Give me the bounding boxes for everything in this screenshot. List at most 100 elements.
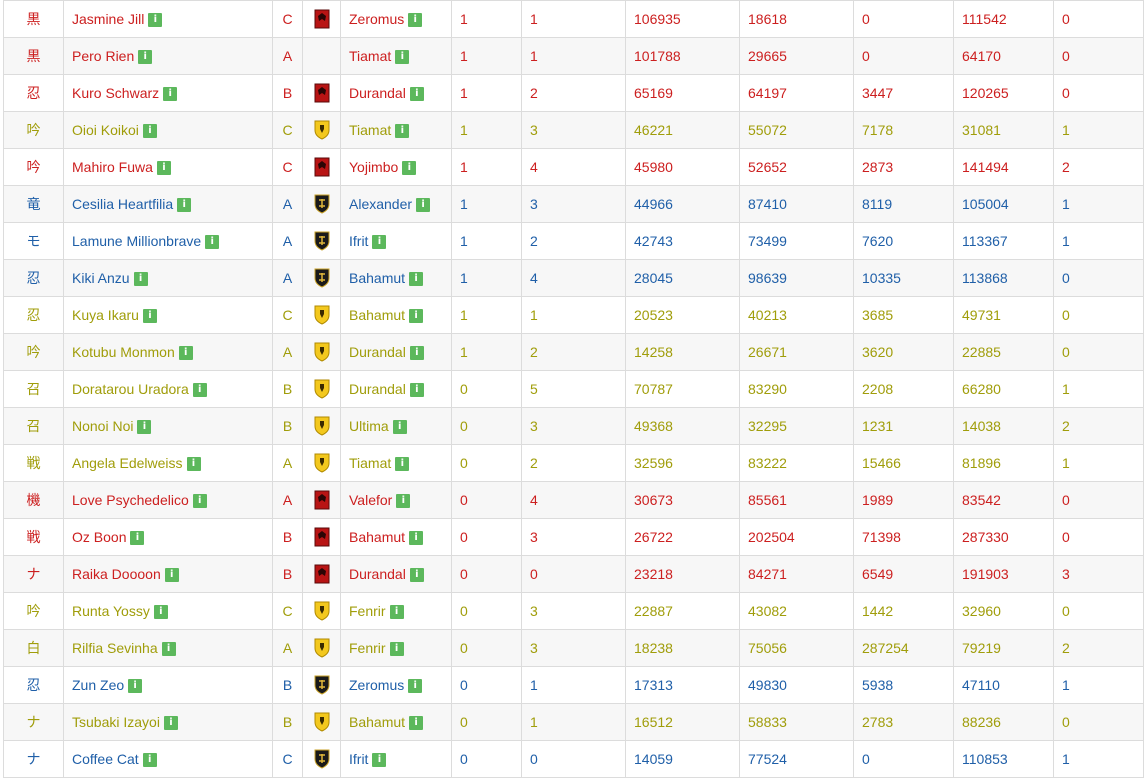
- server-name-link[interactable]: Zeromus: [349, 677, 404, 693]
- info-icon[interactable]: i: [389, 642, 404, 657]
- server-name-link[interactable]: Ultima: [349, 418, 389, 434]
- info-icon[interactable]: i: [409, 272, 424, 287]
- server-name-link[interactable]: Bahamut: [349, 307, 405, 323]
- info-icon[interactable]: i: [128, 679, 143, 694]
- server-name-link[interactable]: Bahamut: [349, 270, 405, 286]
- character-name-link[interactable]: Doratarou Uradora: [72, 381, 189, 397]
- character-name-link[interactable]: Cesilia Heartfilia: [72, 196, 173, 212]
- character-name-link[interactable]: Kiki Anzu: [72, 270, 130, 286]
- info-icon[interactable]: i: [395, 457, 410, 472]
- server-name-link[interactable]: Tiamat: [349, 122, 391, 138]
- stat-cell-e: 2208: [853, 370, 954, 408]
- info-icon[interactable]: i: [372, 235, 387, 250]
- server-name-link[interactable]: Yojimbo: [349, 159, 398, 175]
- info-icon[interactable]: i: [416, 198, 431, 213]
- character-name-link[interactable]: Raika Doooon: [72, 566, 161, 582]
- table-row: 忍 Kuro Schwarz i B Durandal i 1 2 65169 64197 3447…: [3, 74, 1144, 112]
- character-name-link[interactable]: Zun Zeo: [72, 677, 124, 693]
- character-name-link[interactable]: Coffee Cat: [72, 751, 139, 767]
- info-icon[interactable]: i: [133, 272, 148, 287]
- character-name-link[interactable]: Kuro Schwarz: [72, 85, 159, 101]
- info-icon[interactable]: i: [192, 383, 207, 398]
- info-icon[interactable]: i: [205, 235, 220, 250]
- character-name-link[interactable]: Nonoi Noi: [72, 418, 133, 434]
- info-icon[interactable]: i: [177, 198, 192, 213]
- server-name-link[interactable]: Durandal: [349, 381, 406, 397]
- info-icon[interactable]: i: [163, 716, 178, 731]
- server-name-link[interactable]: Ifrit: [349, 751, 368, 767]
- stat-value: 47110: [962, 677, 1000, 693]
- info-icon[interactable]: i: [138, 50, 153, 65]
- stat-cell-b: 3: [521, 592, 626, 630]
- info-icon[interactable]: i: [409, 568, 424, 583]
- character-name-link[interactable]: Kuya Ikaru: [72, 307, 139, 323]
- info-icon[interactable]: i: [408, 679, 423, 694]
- stat-value: 49830: [748, 677, 787, 693]
- info-icon[interactable]: i: [395, 50, 410, 65]
- server-name-link[interactable]: Tiamat: [349, 455, 391, 471]
- stat-cell-f: 111542: [953, 0, 1054, 38]
- info-icon[interactable]: i: [142, 124, 157, 139]
- info-icon[interactable]: i: [164, 568, 179, 583]
- server-name-link[interactable]: Bahamut: [349, 529, 405, 545]
- stat-value: 77524: [748, 751, 787, 767]
- server-name-link[interactable]: Bahamut: [349, 714, 405, 730]
- info-icon[interactable]: i: [409, 346, 424, 361]
- character-name-link[interactable]: Oz Boon: [72, 529, 126, 545]
- server-name-link[interactable]: Durandal: [349, 85, 406, 101]
- job-label: 吟: [26, 344, 41, 360]
- rank-label: C: [282, 159, 293, 175]
- name-cell: Love Psychedelico i: [63, 481, 273, 519]
- server-name-link[interactable]: Durandal: [349, 344, 406, 360]
- stat-cell-a: 1: [451, 74, 522, 112]
- info-icon[interactable]: i: [153, 605, 168, 620]
- info-icon[interactable]: i: [192, 494, 207, 509]
- server-name-link[interactable]: Valefor: [349, 492, 392, 508]
- info-icon[interactable]: i: [186, 457, 201, 472]
- info-icon[interactable]: i: [389, 605, 404, 620]
- character-name-link[interactable]: Oioi Koikoi: [72, 122, 139, 138]
- stat-value: 0: [1062, 48, 1070, 64]
- info-icon[interactable]: i: [402, 161, 417, 176]
- stat-cell-d: 26671: [739, 333, 854, 371]
- info-icon[interactable]: i: [163, 87, 178, 102]
- info-icon[interactable]: i: [408, 13, 423, 28]
- character-name-link[interactable]: Angela Edelweiss: [72, 455, 183, 471]
- character-name-link[interactable]: Kotubu Monmon: [72, 344, 175, 360]
- info-icon[interactable]: i: [409, 383, 424, 398]
- info-icon[interactable]: i: [396, 494, 411, 509]
- info-icon[interactable]: i: [372, 753, 387, 768]
- info-icon[interactable]: i: [148, 13, 163, 28]
- info-icon[interactable]: i: [409, 716, 424, 731]
- server-name-link[interactable]: Durandal: [349, 566, 406, 582]
- info-icon[interactable]: i: [178, 346, 193, 361]
- server-name-link[interactable]: Ifrit: [349, 233, 368, 249]
- server-name-link[interactable]: Fenrir: [349, 640, 386, 656]
- info-icon[interactable]: i: [409, 531, 424, 546]
- table-row: ナ Tsubaki Izayoi i B Bahamut i 0 1 16512 58833 278…: [3, 703, 1144, 741]
- character-name-link[interactable]: Love Psychedelico: [72, 492, 189, 508]
- info-icon[interactable]: i: [395, 124, 410, 139]
- info-icon[interactable]: i: [142, 309, 157, 324]
- character-name-link[interactable]: Lamune Millionbrave: [72, 233, 201, 249]
- character-name-link[interactable]: Jasmine Jill: [72, 11, 144, 27]
- character-name-link[interactable]: Pero Rien: [72, 48, 134, 64]
- character-name-link[interactable]: Runta Yossy: [72, 603, 150, 619]
- info-icon[interactable]: i: [142, 753, 157, 768]
- server-name-link[interactable]: Zeromus: [349, 11, 404, 27]
- server-name-link[interactable]: Fenrir: [349, 603, 386, 619]
- character-name-link[interactable]: Rilfia Sevinha: [72, 640, 158, 656]
- info-icon[interactable]: i: [130, 531, 145, 546]
- info-icon[interactable]: i: [156, 161, 171, 176]
- character-name-link[interactable]: Mahiro Fuwa: [72, 159, 153, 175]
- character-name-link[interactable]: Tsubaki Izayoi: [72, 714, 160, 730]
- info-icon[interactable]: i: [137, 420, 152, 435]
- info-icon[interactable]: i: [392, 420, 407, 435]
- stat-value: 75056: [748, 640, 787, 656]
- info-icon[interactable]: i: [409, 87, 424, 102]
- stat-value: 42743: [634, 233, 673, 249]
- server-name-link[interactable]: Tiamat: [349, 48, 391, 64]
- info-icon[interactable]: i: [161, 642, 176, 657]
- server-name-link[interactable]: Alexander: [349, 196, 412, 212]
- info-icon[interactable]: i: [409, 309, 424, 324]
